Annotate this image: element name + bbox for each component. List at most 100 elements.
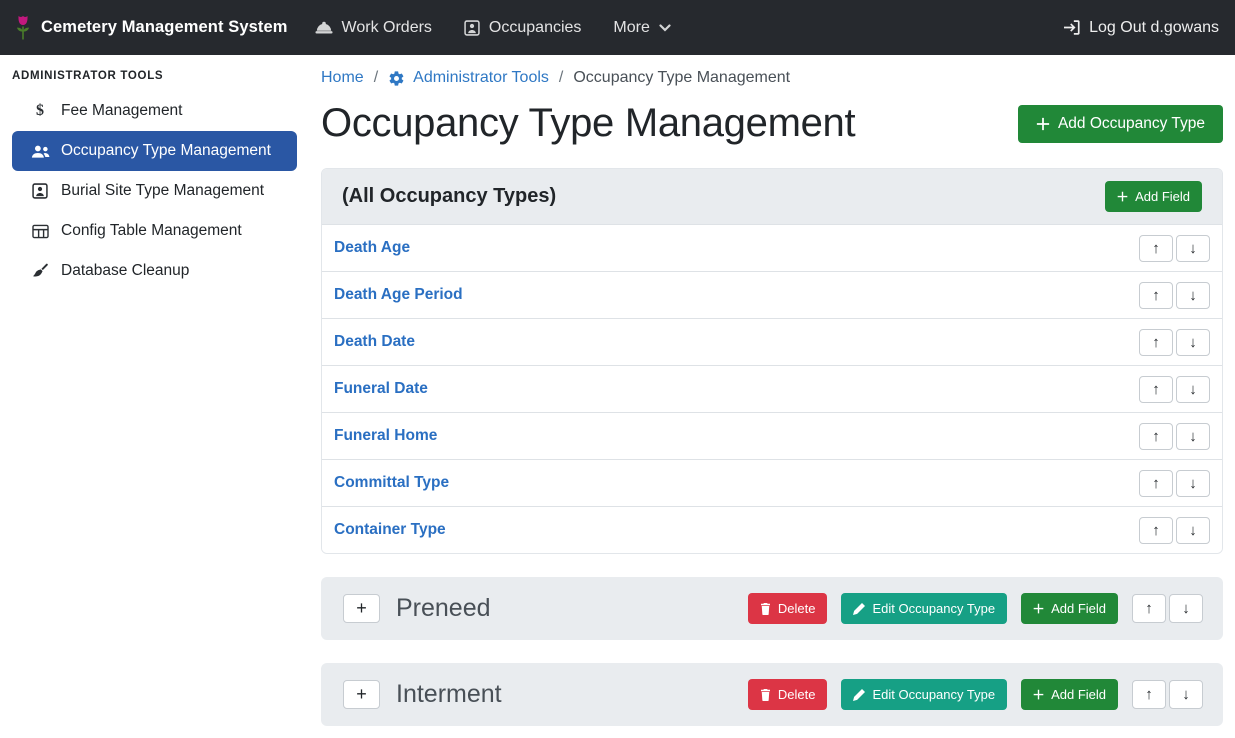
plus-icon xyxy=(1033,689,1044,700)
move-down-button[interactable]: ↓ xyxy=(1176,282,1210,309)
field-link[interactable]: Death Age Period xyxy=(334,286,463,304)
field-row: Committal Type ↑ ↓ xyxy=(322,459,1222,506)
field-row: Funeral Date ↑ ↓ xyxy=(322,365,1222,412)
field-link[interactable]: Funeral Date xyxy=(334,380,428,398)
move-down-button[interactable]: ↓ xyxy=(1176,329,1210,356)
plus-icon xyxy=(1033,603,1044,614)
card-header: (All Occupancy Types) Add Field xyxy=(322,169,1222,224)
add-field-label: Add Field xyxy=(1135,189,1190,204)
sidebar-item-burial-site-type-management[interactable]: Burial Site Type Management xyxy=(12,171,297,211)
field-row: Death Age Period ↑ ↓ xyxy=(322,271,1222,318)
edit-occupancy-type-button[interactable]: Edit Occupancy Type xyxy=(841,593,1007,624)
logout-label: Log Out d.gowans xyxy=(1089,19,1219,37)
nav-work-orders-label: Work Orders xyxy=(342,19,432,37)
move-up-button[interactable]: ↑ xyxy=(1132,680,1166,709)
add-occupancy-type-label: Add Occupancy Type xyxy=(1058,115,1205,133)
section-interment: + Interment Delete Edit Occupancy Type A… xyxy=(321,663,1223,726)
users-icon xyxy=(28,144,52,159)
add-field-button[interactable]: Add Field xyxy=(1105,181,1202,212)
field-link[interactable]: Committal Type xyxy=(334,474,449,492)
field-row: Death Date ↑ ↓ xyxy=(322,318,1222,365)
plus-icon xyxy=(1117,191,1128,202)
delete-label: Delete xyxy=(778,601,816,616)
nav-work-orders[interactable]: Work Orders xyxy=(315,19,432,37)
move-up-button[interactable]: ↑ xyxy=(1139,235,1173,262)
nav-more[interactable]: More xyxy=(613,19,670,37)
brand[interactable]: Cemetery Management System xyxy=(14,14,288,41)
breadcrumb-home-link[interactable]: Home xyxy=(321,69,364,87)
move-down-button[interactable]: ↓ xyxy=(1169,594,1203,623)
arrow-down-icon: ↓ xyxy=(1189,240,1197,257)
move-up-button[interactable]: ↑ xyxy=(1139,329,1173,356)
edit-occupancy-type-label: Edit Occupancy Type xyxy=(872,601,995,616)
arrow-down-icon: ↓ xyxy=(1182,686,1190,703)
brand-title: Cemetery Management System xyxy=(41,18,288,37)
expand-button[interactable]: + xyxy=(343,594,380,623)
move-down-button[interactable]: ↓ xyxy=(1176,235,1210,262)
add-occupancy-type-button[interactable]: Add Occupancy Type xyxy=(1018,105,1223,143)
sidebar-item-config-table-management[interactable]: Config Table Management xyxy=(12,211,297,251)
add-field-button[interactable]: Add Field xyxy=(1021,679,1118,710)
arrow-up-icon: ↑ xyxy=(1152,475,1160,492)
gear-icon xyxy=(388,70,405,87)
reorder-controls: ↑ ↓ xyxy=(1139,470,1210,497)
move-down-button[interactable]: ↓ xyxy=(1176,517,1210,544)
hard-hat-icon xyxy=(315,21,333,35)
sidebar-item-fee-management[interactable]: $ Fee Management xyxy=(12,91,297,131)
delete-button[interactable]: Delete xyxy=(748,679,828,710)
add-field-label: Add Field xyxy=(1051,601,1106,616)
breadcrumb-admin-tools-link[interactable]: Administrator Tools xyxy=(388,69,549,87)
breadcrumb-separator: / xyxy=(374,69,378,87)
reorder-controls: ↑ ↓ xyxy=(1139,329,1210,356)
section-title: Interment xyxy=(396,680,502,709)
arrow-down-icon: ↓ xyxy=(1189,522,1197,539)
reorder-controls: ↑ ↓ xyxy=(1139,423,1210,450)
sidebar: ADMINISTRATOR TOOLS $ Fee Management Occ… xyxy=(0,55,308,738)
field-link[interactable]: Death Date xyxy=(334,333,415,351)
move-down-button[interactable]: ↓ xyxy=(1176,376,1210,403)
edit-occupancy-type-label: Edit Occupancy Type xyxy=(872,687,995,702)
burial-site-icon xyxy=(28,183,52,199)
nav-occupancies-label: Occupancies xyxy=(489,19,582,37)
move-up-button[interactable]: ↑ xyxy=(1139,517,1173,544)
section-preneed: + Preneed Delete Edit Occupancy Type Add… xyxy=(321,577,1223,640)
arrow-down-icon: ↓ xyxy=(1189,475,1197,492)
expand-button[interactable]: + xyxy=(343,680,380,709)
field-link[interactable]: Death Age xyxy=(334,239,410,257)
delete-button[interactable]: Delete xyxy=(748,593,828,624)
move-up-button[interactable]: ↑ xyxy=(1139,470,1173,497)
sidebar-item-database-cleanup[interactable]: Database Cleanup xyxy=(12,251,297,291)
reorder-controls: ↑ ↓ xyxy=(1139,517,1210,544)
breadcrumb: Home / Administrator Tools / Occupancy T… xyxy=(321,69,1223,87)
arrow-up-icon: ↑ xyxy=(1145,686,1153,703)
card-title: (All Occupancy Types) xyxy=(342,185,556,208)
move-up-button[interactable]: ↑ xyxy=(1139,376,1173,403)
arrow-up-icon: ↑ xyxy=(1152,522,1160,539)
logout-icon xyxy=(1063,20,1080,35)
add-field-button[interactable]: Add Field xyxy=(1021,593,1118,624)
move-down-button[interactable]: ↓ xyxy=(1176,470,1210,497)
arrow-up-icon: ↑ xyxy=(1152,287,1160,304)
nav-occupancies[interactable]: Occupancies xyxy=(464,19,582,37)
field-link[interactable]: Funeral Home xyxy=(334,427,437,445)
top-navbar: Cemetery Management System Work Orders O… xyxy=(0,0,1235,55)
move-down-button[interactable]: ↓ xyxy=(1176,423,1210,450)
broom-icon xyxy=(28,263,52,279)
arrow-down-icon: ↓ xyxy=(1189,381,1197,398)
plus-icon xyxy=(1036,117,1050,131)
arrow-up-icon: ↑ xyxy=(1152,381,1160,398)
page-title: Occupancy Type Management xyxy=(321,101,855,146)
trash-icon xyxy=(760,603,771,615)
move-up-button[interactable]: ↑ xyxy=(1132,594,1166,623)
move-up-button[interactable]: ↑ xyxy=(1139,423,1173,450)
dollar-icon: $ xyxy=(28,102,52,120)
title-row: Occupancy Type Management Add Occupancy … xyxy=(321,101,1223,146)
move-up-button[interactable]: ↑ xyxy=(1139,282,1173,309)
move-down-button[interactable]: ↓ xyxy=(1169,680,1203,709)
field-link[interactable]: Container Type xyxy=(334,521,446,539)
logout-link[interactable]: Log Out d.gowans xyxy=(1063,19,1219,37)
pencil-icon xyxy=(853,689,865,701)
sidebar-item-occupancy-type-management[interactable]: Occupancy Type Management xyxy=(12,131,297,171)
edit-occupancy-type-button[interactable]: Edit Occupancy Type xyxy=(841,679,1007,710)
sidebar-item-label: Database Cleanup xyxy=(61,262,189,280)
